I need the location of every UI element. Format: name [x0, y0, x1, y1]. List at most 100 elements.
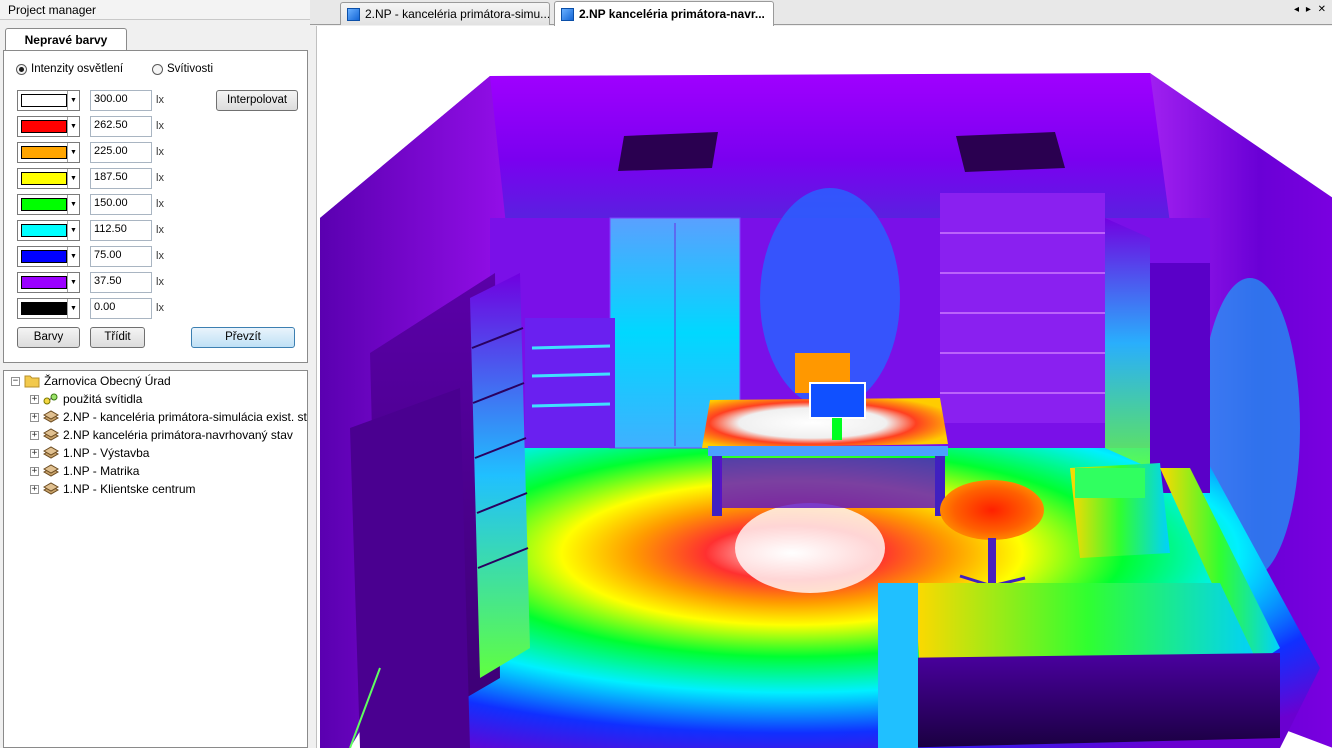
cube-icon: [561, 7, 574, 21]
expand-icon[interactable]: +: [30, 430, 39, 440]
radio-illuminance[interactable]: Intenzity osvětlení: [16, 63, 123, 75]
tree-item-label: 1.NP - Matrika: [63, 464, 140, 478]
color-swatch: [21, 120, 67, 133]
dropdown-arrow-icon[interactable]: ▼: [67, 299, 79, 318]
sofa-left-arm: [878, 583, 918, 748]
tab-label: 2.NP - kanceléria primátora-simu...: [365, 7, 550, 21]
radio-dot: [152, 63, 163, 75]
dropdown-arrow-icon[interactable]: ▼: [67, 117, 79, 136]
floor-hotspot: [735, 503, 885, 593]
color-picker[interactable]: ▼: [17, 220, 80, 241]
tree-item-label: 1.NP - Výstavba: [63, 446, 150, 460]
panel-title: Project manager: [0, 0, 310, 20]
expand-icon[interactable]: +: [30, 466, 39, 476]
dropdown-arrow-icon[interactable]: ▼: [67, 195, 79, 214]
small-shelf: [525, 318, 615, 448]
color-swatch: [21, 146, 67, 159]
tree-item-room[interactable]: +2.NP kanceléria primátora-navrhovaný st…: [30, 426, 293, 444]
radio-luminance-label: Svítivosti: [167, 63, 214, 75]
tab-proposed-state[interactable]: 2.NP kanceléria primátora-navr...: [554, 1, 774, 26]
armchair-back: [1075, 468, 1145, 498]
unit-label: lx: [156, 250, 164, 262]
document-tab-bar: 2.NP - kanceléria primátora-simu... 2.NP…: [310, 0, 1332, 26]
threshold-input[interactable]: 187.50: [90, 168, 152, 189]
threshold-input[interactable]: 112.50: [90, 220, 152, 241]
room-layer-icon: [43, 428, 59, 441]
radio-luminance[interactable]: Svítivosti: [152, 63, 213, 75]
threshold-input[interactable]: 75.00: [90, 246, 152, 267]
dropdown-arrow-icon[interactable]: ▼: [67, 221, 79, 240]
color-swatch: [21, 172, 67, 185]
cube-icon: [347, 7, 360, 21]
tree-item-room[interactable]: +1.NP - Výstavba: [30, 444, 149, 462]
color-swatch: [21, 250, 67, 263]
color-picker[interactable]: ▼: [17, 116, 80, 137]
dropdown-arrow-icon[interactable]: ▼: [67, 143, 79, 162]
round-table: [940, 480, 1044, 540]
tree-item-label: 2.NP - kanceléria primátora-simulácia ex…: [63, 410, 307, 424]
color-picker[interactable]: ▼: [17, 90, 80, 111]
color-swatch: [21, 198, 67, 211]
luminaire-left: [618, 132, 718, 171]
threshold-input[interactable]: 262.50: [90, 116, 152, 137]
tree-item-room[interactable]: +1.NP - Klientske centrum: [30, 480, 196, 498]
color-picker[interactable]: ▼: [17, 272, 80, 293]
color-picker[interactable]: ▼: [17, 168, 80, 189]
tree-item-luminaires[interactable]: + použitá svítidla: [30, 390, 142, 408]
tab-navigation-icons[interactable]: ◂ ▸ ✕: [1294, 4, 1328, 15]
color-picker[interactable]: ▼: [17, 194, 80, 215]
expand-icon[interactable]: +: [30, 394, 39, 404]
color-picker[interactable]: ▼: [17, 298, 80, 319]
color-swatch: [21, 276, 67, 289]
tree-root[interactable]: − Žarnovica Obecný Úrad: [11, 372, 171, 390]
tree-item-room[interactable]: +2.NP - kanceléria primátora-simulácia e…: [30, 408, 307, 426]
false-color-room-render[interactable]: [320, 28, 1332, 748]
expand-icon[interactable]: +: [30, 448, 39, 458]
dropdown-arrow-icon[interactable]: ▼: [67, 273, 79, 292]
unit-label: lx: [156, 198, 164, 210]
round-table-leg: [988, 538, 996, 588]
sort-button[interactable]: Třídit: [90, 327, 145, 348]
color-swatch: [21, 302, 67, 315]
luminaire-right: [956, 132, 1065, 172]
threshold-input[interactable]: 300.00: [90, 90, 152, 111]
luminaire-icon: [43, 393, 58, 405]
dropdown-arrow-icon[interactable]: ▼: [67, 91, 79, 110]
room-layer-icon: [43, 410, 59, 423]
expand-icon[interactable]: +: [30, 484, 39, 494]
back-shelving: [940, 193, 1105, 423]
dropdown-arrow-icon[interactable]: ▼: [67, 247, 79, 266]
view-frame: [316, 26, 1332, 748]
tree-item-label: 2.NP kanceléria primátora-navrhovaný sta…: [63, 428, 293, 442]
expand-icon[interactable]: +: [30, 412, 39, 422]
threshold-input[interactable]: 0.00: [90, 298, 152, 319]
threshold-input[interactable]: 37.50: [90, 272, 152, 293]
interpolate-button[interactable]: Interpolovat: [216, 90, 298, 111]
right-shelving: [1105, 218, 1150, 468]
radio-dot-checked: [16, 63, 27, 75]
room-layer-icon: [43, 446, 59, 459]
right-cabinet: [1150, 263, 1210, 493]
collapse-icon[interactable]: −: [11, 376, 20, 386]
colors-button[interactable]: Barvy: [17, 327, 80, 348]
threshold-input[interactable]: 150.00: [90, 194, 152, 215]
color-picker[interactable]: ▼: [17, 142, 80, 163]
tab-simulation-existing[interactable]: 2.NP - kanceléria primátora-simu...: [340, 2, 550, 25]
tree-item-label: použitá svítidla: [63, 392, 143, 406]
unit-label: lx: [156, 172, 164, 184]
tab-false-colors[interactable]: Nepravé barvy: [5, 28, 127, 51]
project-tree: − Žarnovica Obecný Úrad + použitá svítidl…: [3, 370, 308, 748]
threshold-input[interactable]: 225.00: [90, 142, 152, 163]
color-picker[interactable]: ▼: [17, 246, 80, 267]
color-swatch: [21, 94, 67, 107]
monitor: [809, 382, 866, 419]
monitor-stand: [832, 418, 842, 440]
tab-label: 2.NP kanceléria primátora-navr...: [579, 7, 765, 21]
dropdown-arrow-icon[interactable]: ▼: [67, 169, 79, 188]
color-swatch: [21, 224, 67, 237]
apply-button[interactable]: Převzít: [191, 327, 295, 348]
tree-item-room[interactable]: +1.NP - Matrika: [30, 462, 139, 480]
3d-viewport[interactable]: [320, 28, 1332, 748]
sofa-front: [890, 653, 1280, 748]
unit-label: lx: [156, 224, 164, 236]
